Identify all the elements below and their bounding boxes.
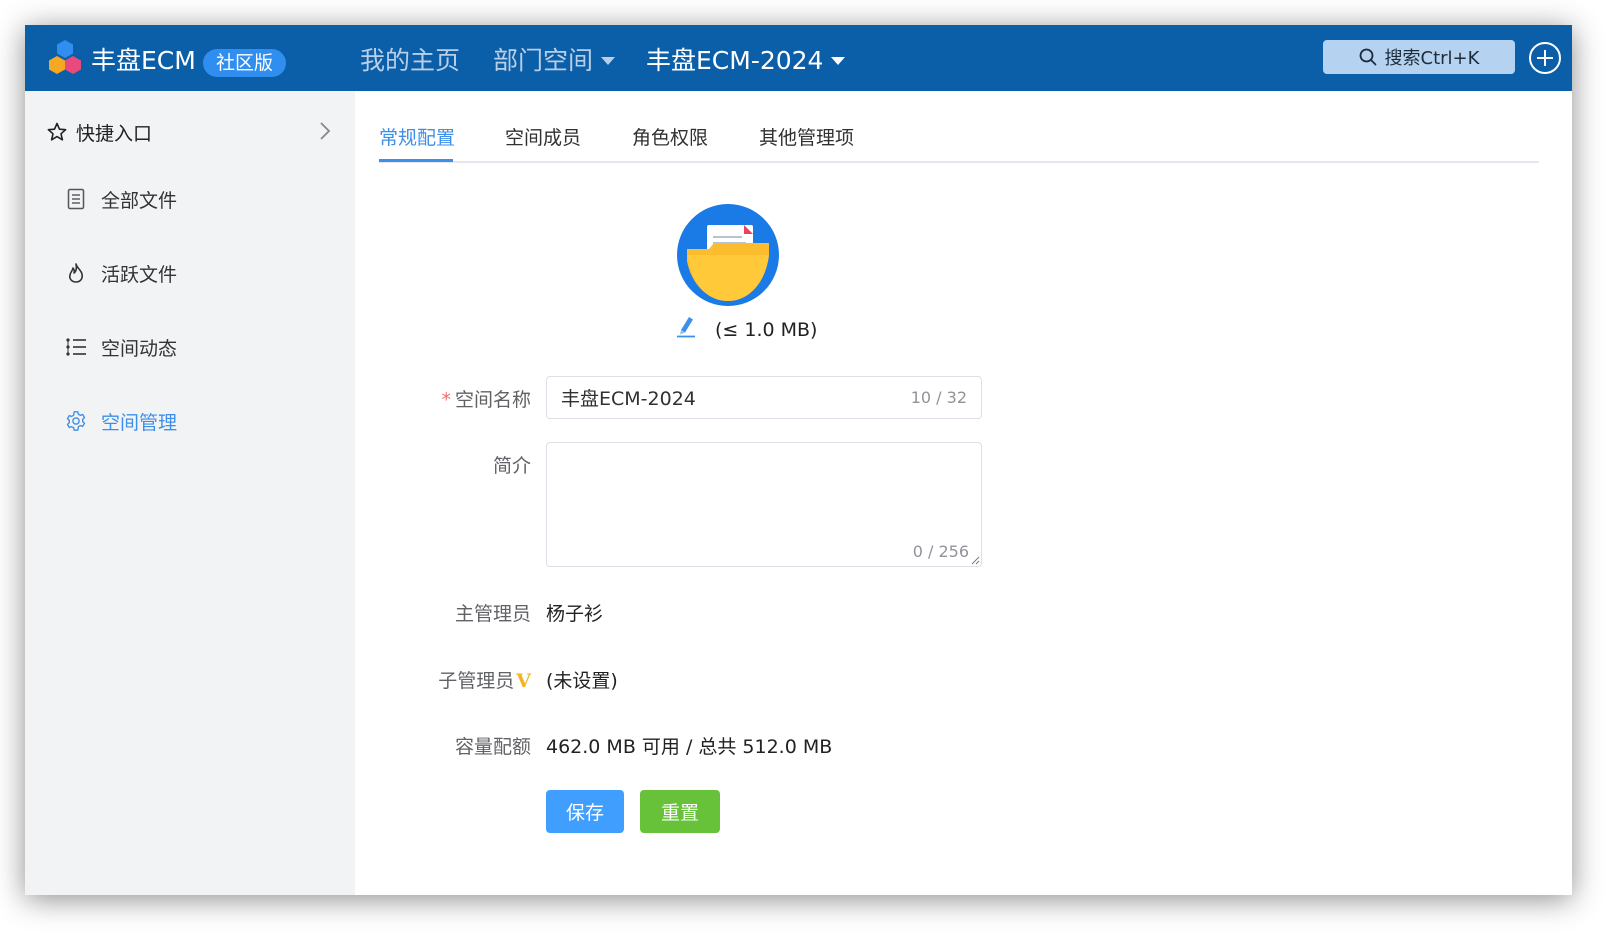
sub-admin-label: 子管理员 V	[371, 666, 531, 693]
nav-department-space[interactable]: 部门空间	[493, 41, 616, 77]
vip-badge-icon: V	[516, 670, 531, 692]
nav-current-space[interactable]: 丰盘ECM-2024	[646, 41, 846, 77]
app-window: 丰盘ECM 社区版 我的主页 部门空间 丰盘ECM-2024 搜索Ctrl+K	[25, 25, 1572, 895]
sub-admin-value: (未设置)	[546, 670, 618, 692]
quota-label-text: 容量配额	[454, 736, 531, 758]
caret-down-icon	[601, 57, 616, 65]
intro-textarea[interactable]: 0 / 256	[546, 442, 982, 567]
app-name: 丰盘ECM	[91, 46, 196, 75]
quick-entry-label: 快捷入口	[76, 122, 153, 145]
space-name-value: 丰盘ECM-2024	[561, 388, 696, 410]
resize-grip-icon[interactable]	[971, 556, 980, 565]
chevron-right-icon[interactable]	[318, 120, 332, 142]
save-button-label: 保存	[565, 802, 604, 824]
app-logo-icon	[49, 40, 81, 74]
intro-label-text: 简介	[492, 455, 531, 477]
required-mark: *	[441, 389, 451, 411]
quota-label: 容量配额	[371, 732, 531, 759]
reset-button[interactable]: 重置	[640, 790, 720, 833]
sidebar: 快捷入口 全部文件 活跃文件 空间动态 空间管理	[25, 91, 355, 895]
main-content: 常规配置 空间成员 角色权限 其他管理项 (≤ 1.0 MB) * 空间名称 丰…	[355, 91, 1572, 895]
gear-icon	[65, 410, 87, 432]
sidebar-item-all-files[interactable]: 全部文件	[65, 184, 177, 214]
space-name-input[interactable]: 丰盘ECM-2024 10 / 32	[546, 376, 982, 419]
quota-value: 462.0 MB 可用 / 总共 512.0 MB	[546, 736, 833, 758]
sidebar-item-label: 活跃文件	[101, 263, 178, 286]
nav-my-home-label: 我的主页	[360, 46, 461, 75]
reset-button-label: 重置	[660, 802, 699, 824]
nav-department-space-label: 部门空间	[493, 46, 594, 75]
nav-my-home[interactable]: 我的主页	[360, 41, 460, 77]
caret-down-icon	[831, 57, 846, 65]
sidebar-item-space-management[interactable]: 空间管理	[65, 406, 177, 436]
sidebar-item-label: 全部文件	[101, 189, 178, 212]
tab-space-members[interactable]: 空间成员	[505, 123, 581, 150]
add-circle-icon[interactable]	[1528, 41, 1562, 75]
sidebar-item-label: 空间动态	[101, 337, 178, 360]
timeline-list-icon	[65, 336, 87, 358]
document-icon	[65, 188, 87, 210]
sidebar-item-label: 空间管理	[101, 411, 178, 434]
save-button[interactable]: 保存	[546, 790, 624, 833]
nav-current-space-label: 丰盘ECM-2024	[646, 46, 824, 75]
edit-pencil-icon[interactable]	[675, 314, 697, 338]
space-name-char-count: 10 / 32	[910, 388, 967, 407]
flame-icon	[65, 262, 87, 284]
space-name-label-text: 空间名称	[454, 389, 531, 411]
search-button[interactable]: 搜索Ctrl+K	[1323, 40, 1515, 74]
search-button-label: 搜索Ctrl+K	[1384, 48, 1480, 69]
space-name-label: * 空间名称	[371, 385, 531, 412]
owner-label-text: 主管理员	[454, 603, 531, 625]
owner-label: 主管理员	[371, 599, 531, 626]
space-avatar-folder-icon[interactable]	[676, 203, 780, 307]
sub-admin-label-text: 子管理员	[438, 670, 515, 692]
quick-entry[interactable]: 快捷入口	[47, 117, 332, 147]
sidebar-item-active-files[interactable]: 活跃文件	[65, 258, 177, 288]
tab-role-permissions[interactable]: 角色权限	[632, 123, 708, 150]
intro-label: 简介	[371, 451, 531, 478]
edition-badge: 社区版	[203, 49, 287, 77]
star-icon	[47, 122, 67, 141]
tab-general-config[interactable]: 常规配置	[379, 123, 455, 150]
sidebar-item-space-activity[interactable]: 空间动态	[65, 332, 177, 362]
owner-value: 杨子衫	[546, 603, 604, 625]
avatar-size-limit: (≤ 1.0 MB)	[715, 319, 818, 341]
search-icon	[1359, 48, 1376, 66]
top-bar: 丰盘ECM 社区版 我的主页 部门空间 丰盘ECM-2024 搜索Ctrl+K	[25, 25, 1572, 91]
intro-char-count: 0 / 256	[912, 542, 969, 561]
tab-bar: 常规配置 空间成员 角色权限 其他管理项	[379, 91, 1539, 163]
tab-other-management[interactable]: 其他管理项	[759, 123, 854, 150]
active-tab-indicator	[379, 159, 453, 162]
